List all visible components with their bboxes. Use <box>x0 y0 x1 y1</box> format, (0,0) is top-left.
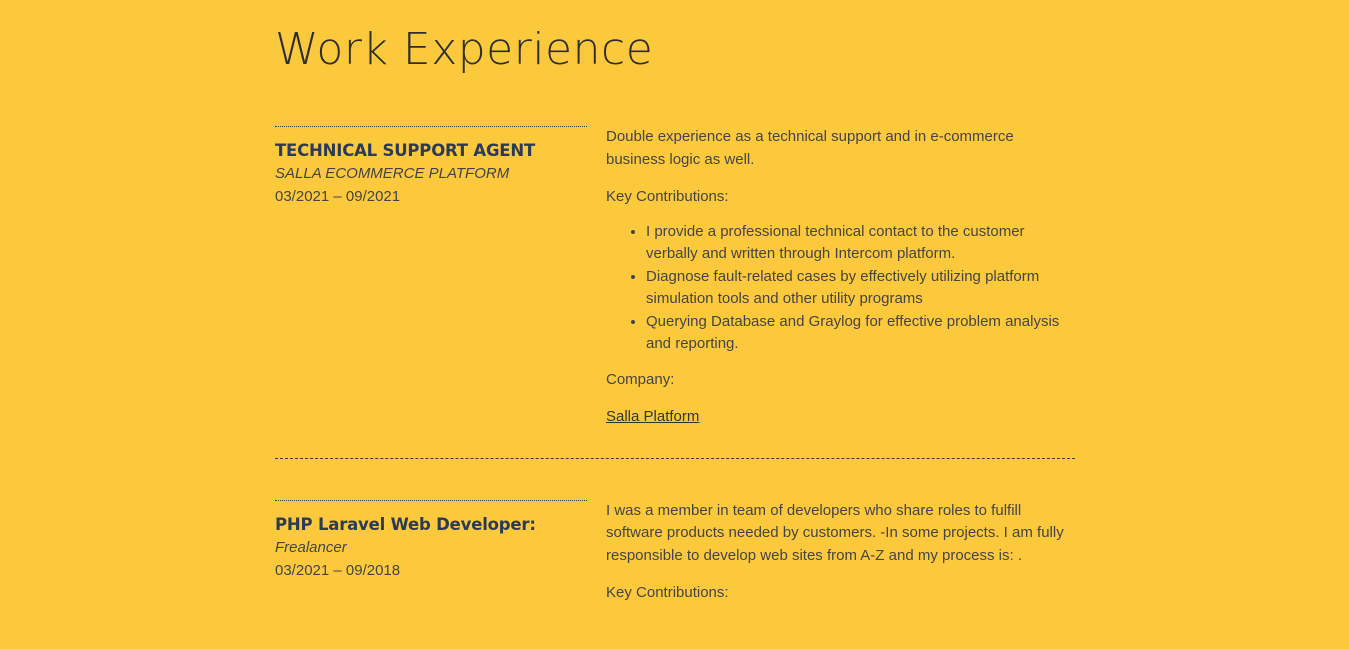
list-item: Diagnose fault-related cases by effectiv… <box>646 266 1075 311</box>
job-entry: TECHNICAL SUPPORT AGENT SALLA ECOMMERCE … <box>275 126 1075 444</box>
job-dates: 03/2021 – 09/2021 <box>275 188 401 205</box>
job-meta: PHP Laravel Web Developer: Frealancer 03… <box>275 499 587 620</box>
contributions-list: I provide a professional technical conta… <box>606 221 1075 356</box>
job-intro: Double experience as a technical support… <box>606 128 1014 168</box>
key-contributions-label: Key Contributions: <box>606 188 729 205</box>
company-link[interactable]: Salla Platform <box>606 408 699 425</box>
key-contributions-label: Key Contributions: <box>606 584 729 601</box>
job-company: Frealancer <box>275 538 347 556</box>
divider <box>275 126 587 127</box>
job-title: TECHNICAL SUPPORT AGENT <box>275 141 536 160</box>
job-title: PHP Laravel Web Developer: <box>275 514 536 534</box>
job-separator <box>275 457 1075 459</box>
list-item: I provide a professional technical conta… <box>646 221 1075 266</box>
company-label: Company: <box>606 370 675 388</box>
job-details: I was a member in team of developers who… <box>606 500 1075 620</box>
work-experience-section: Work Experience TECHNICAL SUPPORT AGENT … <box>275 0 1075 620</box>
section-title: Work Experience <box>275 24 654 75</box>
job-intro: I was a member in team of developers who… <box>606 501 1064 564</box>
job-details: Double experience as a technical support… <box>606 126 1075 444</box>
job-dates: 03/2021 – 09/2018 <box>275 561 401 579</box>
divider <box>275 499 587 501</box>
job-company: SALLA ECOMMERCE PLATFORM <box>275 165 510 182</box>
job-entry: PHP Laravel Web Developer: Frealancer 03… <box>275 499 1075 620</box>
list-item: Querying Database and Graylog for effect… <box>646 311 1075 356</box>
job-meta: TECHNICAL SUPPORT AGENT SALLA ECOMMERCE … <box>275 126 587 444</box>
